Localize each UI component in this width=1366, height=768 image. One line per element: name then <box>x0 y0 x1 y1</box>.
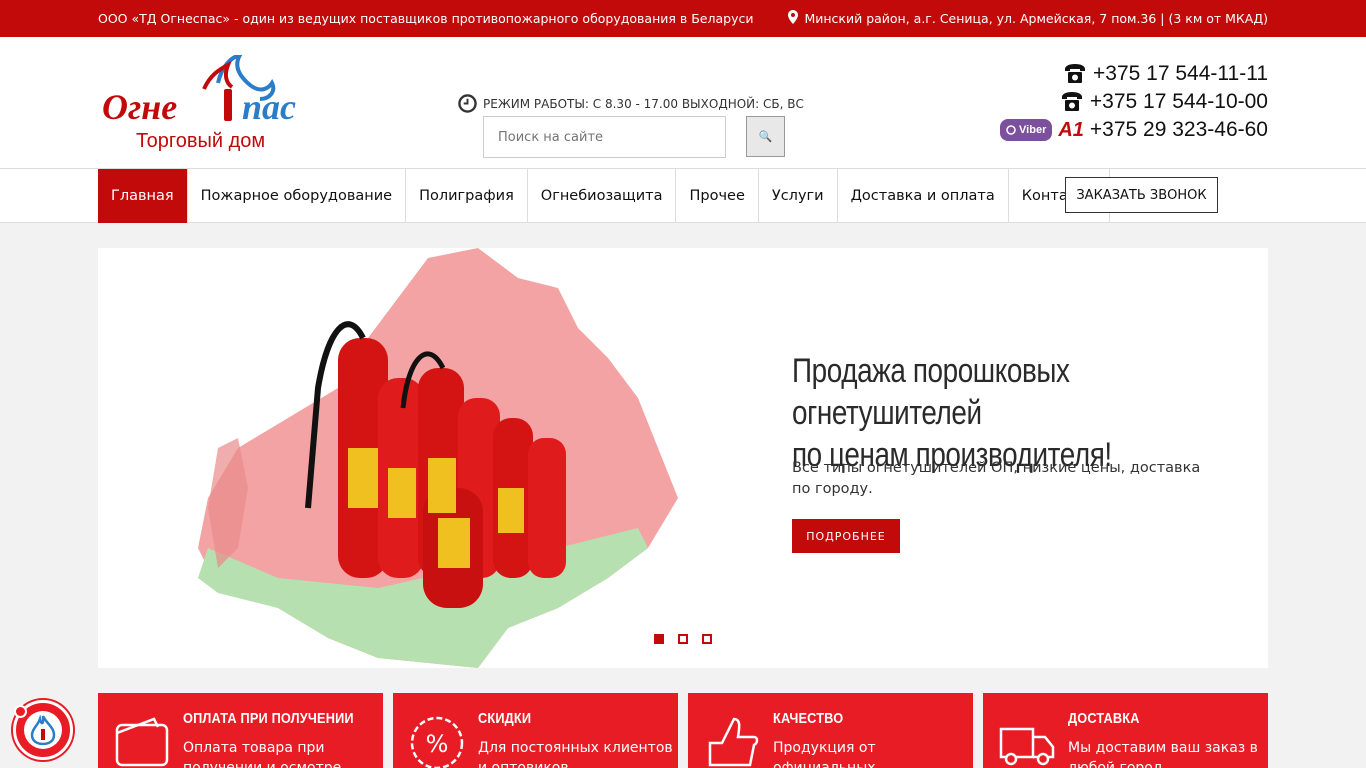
chat-logo <box>24 711 62 749</box>
viber-label: Viber <box>1019 124 1047 136</box>
search-icon: 🔍 <box>758 130 773 143</box>
feature-card-discounts[interactable]: % СКИДКИ Для постоянных клиентов и оптов… <box>393 693 678 768</box>
percent-badge-icon: % <box>410 716 464 768</box>
feature-title: ДОСТАВКА <box>1068 710 1140 727</box>
nav-item-home[interactable]: Главная <box>98 169 188 223</box>
address-block: Минский район, а.г. Сеница, ул. Армейска… <box>788 9 1268 26</box>
feature-text: Продукция от официальных поставщиков <box>773 740 876 768</box>
site-header: Огне пас Торговый дом РЕЖИМ РАБОТЫ: С 8.… <box>0 37 1366 169</box>
phone-list: +375 17 544-11-11 +375 17 544-10-00 Vibe… <box>1000 60 1268 144</box>
working-hours: РЕЖИМ РАБОТЫ: С 8.30 - 17.00 ВЫХОДНОЙ: С… <box>458 94 804 113</box>
feature-card-payment[interactable]: ОПЛАТА ПРИ ПОЛУЧЕНИИ Оплата товара при п… <box>98 693 383 768</box>
slide-title-line: Продажа порошковых огнетушителей <box>792 352 1070 432</box>
slider-dot-3[interactable] <box>702 634 712 644</box>
phone-row[interactable]: Viber A1 +375 29 323-46-60 <box>1000 116 1268 144</box>
feature-card-quality[interactable]: КАЧЕСТВО Продукция от официальных постав… <box>688 693 973 768</box>
main-navigation: Главная Пожарное оборудование Полиграфия… <box>0 169 1366 223</box>
feature-title: КАЧЕСТВО <box>773 710 844 727</box>
slide-description: Все типы огнетушителей ОП, низкие цены, … <box>792 460 1201 497</box>
a1-operator-logo: A1 <box>1058 118 1084 141</box>
company-tagline: ООО «ТД Огнеспас» - один из ведущих пост… <box>98 11 754 26</box>
site-logo[interactable]: Огне пас Торговый дом <box>100 51 346 155</box>
truck-icon <box>999 727 1055 766</box>
nav-item-fire-bio-protection[interactable]: Огнебиозащита <box>528 169 677 223</box>
phone-number: +375 29 323-46-60 <box>1089 118 1268 141</box>
logo-graphic: Огне пас Торговый дом <box>102 51 296 152</box>
nav-item-delivery-payment[interactable]: Доставка и оплата <box>838 169 1009 223</box>
map-pin-icon <box>788 9 799 24</box>
feature-text: Для постоянных клиентов и оптовиков <box>478 740 673 768</box>
thumbs-up-icon <box>708 717 759 767</box>
slider-dot-1[interactable] <box>654 634 664 644</box>
viber-icon <box>1006 125 1016 135</box>
phone-row[interactable]: +375 17 544-10-00 <box>1000 88 1268 116</box>
feature-card-delivery[interactable]: ДОСТАВКА Мы доставим ваш заказ в любой г… <box>983 693 1268 768</box>
search-button[interactable]: 🔍 <box>746 116 785 157</box>
svg-text:пас: пас <box>242 87 296 127</box>
order-call-button[interactable]: ЗАКАЗАТЬ ЗВОНОК <box>1065 177 1218 213</box>
viber-badge: Viber <box>1000 119 1053 141</box>
phone-row[interactable]: +375 17 544-11-11 <box>1000 60 1268 88</box>
feature-text: Оплата товара при получении и осмотре <box>183 740 342 768</box>
working-hours-text: РЕЖИМ РАБОТЫ: С 8.30 - 17.00 ВЫХОДНОЙ: С… <box>483 96 804 111</box>
feature-text: Мы доставим ваш заказ в любой город <box>1068 740 1258 768</box>
phone-number: +375 17 544-10-00 <box>1089 90 1268 113</box>
telephone-icon <box>1065 64 1086 83</box>
address-text: Минский район, а.г. Сеница, ул. Армейска… <box>804 11 1268 26</box>
nav-item-printing[interactable]: Полиграфия <box>406 169 528 223</box>
nav-item-services[interactable]: Услуги <box>759 169 838 223</box>
telephone-icon <box>1061 92 1082 111</box>
nav-item-other[interactable]: Прочее <box>676 169 759 223</box>
feature-title: ОПЛАТА ПРИ ПОЛУЧЕНИИ <box>183 710 354 727</box>
nav-item-fire-equipment[interactable]: Пожарное оборудование <box>188 169 407 223</box>
feature-title: СКИДКИ <box>478 710 532 727</box>
features-row: ОПЛАТА ПРИ ПОЛУЧЕНИИ Оплата товара при п… <box>98 693 1268 768</box>
top-info-bar: ООО «ТД Огнеспас» - один из ведущих пост… <box>0 0 1366 37</box>
phone-number: +375 17 544-11-11 <box>1093 62 1268 85</box>
chat-notification-dot <box>14 705 27 718</box>
flame-icon <box>30 715 56 745</box>
hero-slider: Продажа порошковых огнетушителей по цена… <box>98 248 1268 668</box>
svg-text:%: % <box>426 730 449 758</box>
svg-text:Огне: Огне <box>102 87 177 127</box>
search-input[interactable] <box>483 116 726 158</box>
svg-text:Торговый дом: Торговый дом <box>136 130 265 152</box>
more-details-button[interactable]: ПОДРОБНЕЕ <box>792 519 900 553</box>
wallet-icon <box>115 717 169 767</box>
slider-pagination <box>654 634 712 644</box>
clock-icon <box>458 94 477 113</box>
slider-dot-2[interactable] <box>678 634 688 644</box>
hero-image <box>198 248 678 668</box>
